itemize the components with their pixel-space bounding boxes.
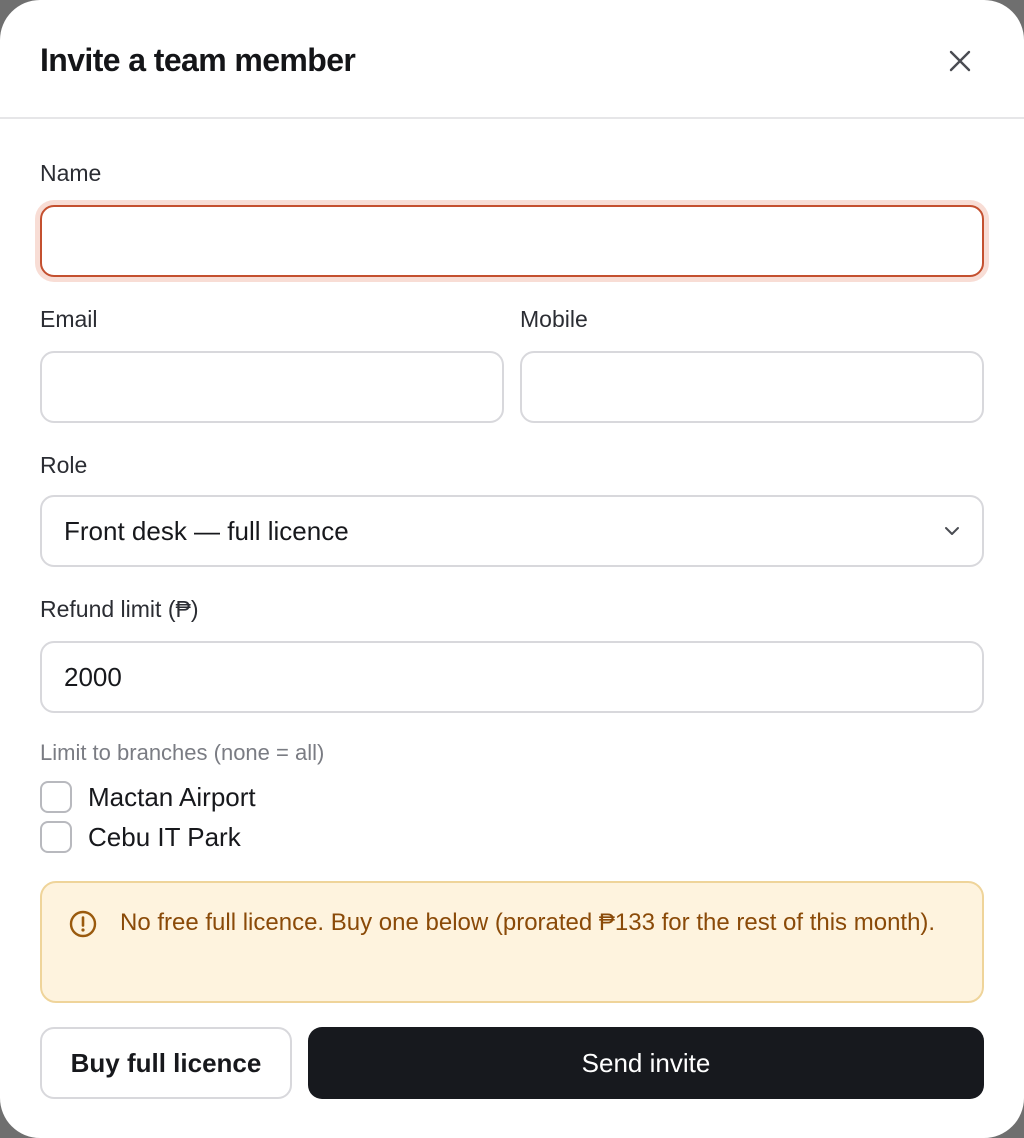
email-input[interactable] xyxy=(40,351,504,423)
close-button[interactable] xyxy=(940,41,980,81)
role-selected-value: Front desk — full licence xyxy=(64,515,349,546)
send-invite-button[interactable]: Send invite xyxy=(308,1027,984,1099)
role-select[interactable]: Front desk — full licence xyxy=(40,495,984,567)
email-label: Email xyxy=(40,306,98,332)
alert-circle-icon xyxy=(69,910,97,938)
modal-header: Invite a team member xyxy=(0,0,1024,119)
modal-title: Invite a team member xyxy=(40,42,356,78)
role-label: Role xyxy=(40,452,88,478)
warning-message: No free full licence. Buy one below (pro… xyxy=(120,909,936,936)
buy-full-licence-button[interactable]: Buy full licence xyxy=(40,1027,292,1099)
mobile-input[interactable] xyxy=(520,351,984,423)
refund-limit-label: Refund limit (₱) xyxy=(40,596,199,622)
branch-option-mactan-airport[interactable]: Mactan Airport xyxy=(40,781,256,813)
licence-warning: No free full licence. Buy one below (pro… xyxy=(40,881,984,1003)
invite-modal: Invite a team member Name Email Mobile R… xyxy=(0,0,1024,1138)
branch-label: Mactan Airport xyxy=(88,782,256,812)
name-label: Name xyxy=(40,160,102,186)
branch-option-cebu-it-park[interactable]: Cebu IT Park xyxy=(40,821,241,853)
chevron-down-icon xyxy=(945,527,959,535)
branches-hint: Limit to branches (none = all) xyxy=(40,740,325,765)
name-input[interactable] xyxy=(40,205,984,277)
close-icon xyxy=(949,50,971,72)
checkbox[interactable] xyxy=(40,821,72,853)
mobile-label: Mobile xyxy=(520,306,588,332)
refund-limit-input[interactable] xyxy=(40,641,984,713)
branch-label: Cebu IT Park xyxy=(88,822,241,852)
checkbox[interactable] xyxy=(40,781,72,813)
